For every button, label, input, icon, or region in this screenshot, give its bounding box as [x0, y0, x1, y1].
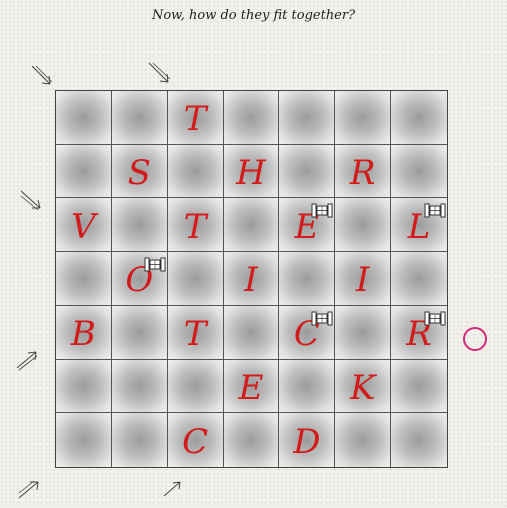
cell-letter: C — [182, 422, 209, 463]
arrow-icon — [31, 65, 53, 85]
board-cell[interactable]: C — [279, 305, 336, 360]
cell-letter: H — [236, 153, 266, 194]
board-cell[interactable] — [167, 359, 224, 414]
board-cell[interactable] — [335, 413, 392, 467]
board-cell[interactable] — [223, 413, 280, 467]
board-cell[interactable] — [391, 359, 447, 414]
board-cell[interactable]: T — [167, 198, 224, 253]
cell-letter: I — [355, 260, 370, 301]
board-cell[interactable]: T — [167, 91, 224, 145]
board-cell[interactable] — [335, 91, 392, 145]
board-cell[interactable] — [223, 305, 280, 360]
board-cell[interactable] — [391, 91, 447, 145]
board-cell[interactable]: E — [279, 198, 336, 253]
board-cell[interactable] — [279, 144, 336, 199]
board-cell[interactable]: B — [56, 305, 112, 360]
cell-letter: T — [183, 206, 207, 247]
page-title: Now, how do they fit together? — [151, 8, 356, 23]
cell-letter: I — [244, 260, 258, 301]
cell-letter: D — [293, 422, 321, 463]
board-cell[interactable]: R — [335, 144, 392, 199]
board-cell[interactable]: V — [56, 198, 112, 253]
board-cell[interactable] — [111, 91, 168, 145]
cell-letter: B — [70, 314, 96, 355]
board-cell[interactable]: H — [223, 144, 280, 199]
board-cell[interactable] — [167, 144, 224, 199]
train-car-icon — [424, 203, 446, 218]
board-cell[interactable]: O — [111, 252, 168, 306]
arrow-icon — [16, 351, 38, 371]
board-cell[interactable] — [111, 359, 168, 414]
board-cell[interactable] — [279, 91, 336, 145]
train-car-icon — [311, 203, 333, 218]
board-cell[interactable] — [279, 252, 336, 306]
arrow-icon — [148, 62, 171, 83]
cell-letter: R — [349, 153, 376, 194]
board-cell[interactable] — [279, 359, 336, 414]
board-cell[interactable]: I — [223, 252, 280, 306]
train-car-icon — [311, 311, 333, 326]
board-cell[interactable]: E — [223, 359, 280, 414]
circle-marker[interactable] — [463, 327, 487, 351]
board-cell[interactable]: L — [391, 198, 447, 253]
board-cell[interactable]: C — [167, 413, 224, 467]
cell-letter: E — [238, 367, 264, 408]
board-cell[interactable] — [56, 359, 112, 414]
board-cell[interactable] — [391, 144, 447, 199]
arrow-icon — [18, 480, 39, 499]
board-cell[interactable]: S — [111, 144, 168, 199]
board-cell[interactable]: R — [391, 305, 447, 360]
arrow-icon — [163, 481, 181, 497]
cell-letter: T — [183, 99, 207, 140]
train-car-icon — [424, 311, 446, 326]
arrow-icon — [20, 190, 41, 211]
board-cell[interactable] — [335, 198, 392, 253]
board-cell[interactable] — [56, 252, 112, 306]
board-cell[interactable] — [391, 252, 447, 306]
cell-letter: S — [127, 153, 151, 194]
game-board: TSHRVTELOIIBTCREKCD — [55, 90, 448, 468]
board-cell[interactable] — [56, 413, 112, 467]
board-cell[interactable] — [223, 198, 280, 253]
board-cell[interactable]: I — [335, 252, 392, 306]
board-cell[interactable] — [167, 252, 224, 306]
board-cell[interactable] — [111, 305, 168, 360]
board-cell[interactable] — [223, 91, 280, 145]
board-cell[interactable] — [56, 144, 112, 199]
board-cell[interactable] — [335, 305, 392, 360]
cell-letter: V — [71, 206, 96, 247]
board-cell[interactable]: T — [167, 305, 224, 360]
cell-letter: T — [183, 314, 207, 355]
board-cell[interactable] — [111, 198, 168, 253]
train-car-icon — [144, 257, 166, 272]
board-cell[interactable] — [56, 91, 112, 145]
board-cell[interactable]: D — [279, 413, 336, 467]
board-cell[interactable]: K — [335, 359, 392, 414]
board-cell[interactable] — [391, 413, 447, 467]
cell-letter: K — [350, 367, 376, 408]
board-cell[interactable] — [111, 413, 168, 467]
